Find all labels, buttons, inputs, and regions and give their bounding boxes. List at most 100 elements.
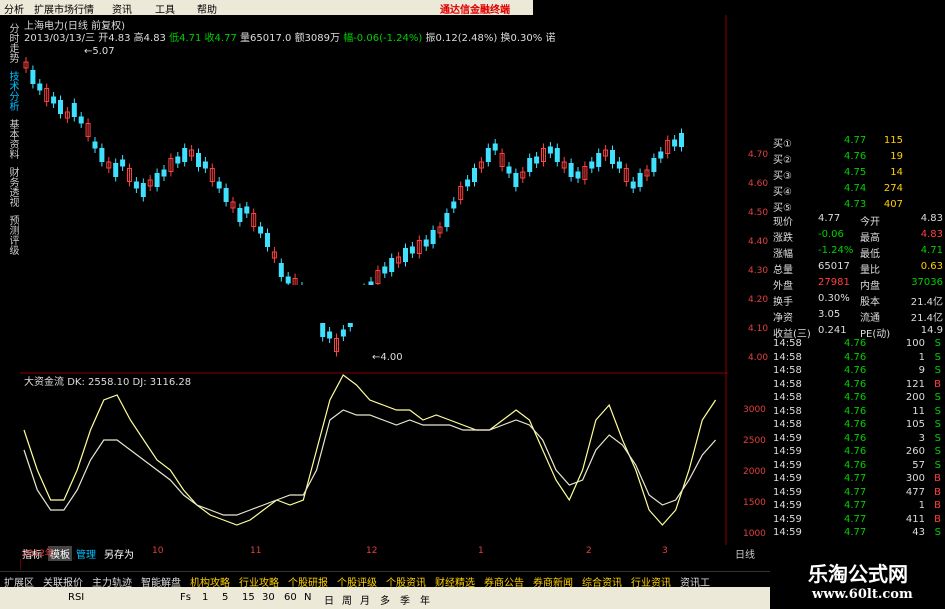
tick-row: 14:58 4.76 11 S [770,406,945,420]
tab-rating[interactable]: 预测评级 [2,215,18,255]
tick-price: 4.76 [844,338,867,349]
candle-body [278,263,284,277]
menu-tools[interactable]: 工具 [155,1,175,16]
stat-value: -0.06 [818,229,844,240]
toolbar-button[interactable]: 季 [400,592,410,607]
tab-manage[interactable]: 管理 [76,546,96,561]
price-tick: 4.30 [748,266,769,276]
toolbar-button[interactable]: 月 [360,592,370,607]
toolbar-button[interactable]: 年 [420,592,430,607]
tab-intraday[interactable]: 分时走势 [2,23,18,63]
date-tick: 12 [366,546,378,556]
tick-volume: 1 [918,500,925,511]
bid-price: 4.75 [844,167,867,178]
tick-price: 4.76 [844,446,867,457]
tick-row: 14:58 4.76 105 S [770,419,945,433]
menu-extended-market[interactable]: 扩展市场行情 [34,1,94,16]
kline-chart[interactable] [20,15,728,545]
tick-time: 14:59 [773,486,802,498]
candle-body [672,139,678,147]
tick-price: 4.76 [844,459,867,471]
date-tick: 10 [152,546,164,556]
tick-price: 4.76 [844,405,867,417]
tick-row: 14:59 4.77 43 S [770,527,945,541]
tab-save-as[interactable]: 另存为 [104,546,134,561]
tick-side: B [934,486,941,498]
high-marker: ←5.07 [84,46,115,57]
candle-body [575,171,581,179]
toolbar-button[interactable]: RSI [68,592,84,603]
toolbar-button[interactable]: 5 [222,592,228,603]
toolbar-button[interactable]: Fs [180,592,191,603]
stock-info-bar: 2013/03/13/三 开4.83 高4.83 低4.71 收4.77 量65… [24,33,556,44]
candle-body [506,166,512,174]
tick-row: 14:59 4.77 1 B [770,500,945,514]
watermark-title: 乐淘公式网 [808,562,908,586]
bid-label: 买④ [773,187,792,198]
menu-help[interactable]: 帮助 [197,1,217,16]
bid-row[interactable]: 买③ 4.75 14 [770,167,945,182]
bid-label: 买⑤ [773,203,792,214]
toolbar-button[interactable]: 60 [284,592,297,603]
bid-volume: 19 [890,151,903,162]
candle-body [513,173,519,187]
candle-body [92,141,98,149]
stat-value: 21.4亿 [910,297,943,308]
stat-value: 21.4亿 [910,313,943,324]
price-tick: 4.70 [748,150,769,160]
candle-body [596,153,602,167]
tab-technical[interactable]: 技术分析 [2,71,18,111]
side-tab-bar: 分时走势 技术分析 基本资料 财务透视 预测评级 [0,15,21,570]
tick-volume: 411 [905,513,925,525]
toolbar-button[interactable]: 1 [202,592,208,603]
stat-value: 0.63 [920,261,943,272]
stat-label: 净资 [773,313,793,324]
candle-body [409,246,415,254]
candle-body [589,161,595,169]
candle-body [51,96,57,104]
bid-row[interactable]: 买⑤ 4.73 407 [770,199,945,214]
tick-time: 14:58 [773,365,802,376]
bid-row[interactable]: 买① 4.77 115 [770,135,945,150]
toolbar-button[interactable]: 周 [342,592,352,607]
tick-side: S [934,365,941,376]
tick-side: S [934,338,941,349]
stat-value: 0.30% [818,293,850,304]
candle-body [465,179,471,187]
stat-label: 现价 [773,217,793,228]
stat-row: 现价 4.77 今开 4.83 [770,213,945,228]
toolbar-button[interactable]: 30 [262,592,275,603]
toolbar-button[interactable]: 日 [324,592,334,607]
candle-body [175,156,181,164]
promo-link[interactable]: 通达信金融终端 [440,1,510,16]
stat-row: 外盘 27981 内盘 37036 [770,277,945,292]
toolbar-button[interactable]: 15 [242,592,255,603]
bid-volume: 407 [883,199,903,210]
stat-row: 涨跌 -0.06 最高 4.83 [770,229,945,244]
menu-news[interactable]: 资讯 [112,1,132,16]
candle-body [78,116,84,124]
candle-body [133,181,139,189]
bid-row[interactable]: 买② 4.76 19 [770,151,945,166]
tick-side: S [934,446,941,457]
stat-row: 净资 3.05 流通 21.4亿 [770,309,945,324]
tick-row: 14:58 4.76 1 S [770,352,945,366]
indicator-title: 大资金流 DK: 2558.10 DJ: 3116.28 [24,377,192,388]
tab-fundamentals[interactable]: 基本资料 [2,119,18,159]
menu-analysis[interactable]: 分析 [4,1,24,16]
date-tick: 2 [586,546,592,556]
candle-body [382,266,388,274]
candle-body [547,146,553,154]
bid-row[interactable]: 买④ 4.74 274 [770,183,945,198]
candle-body [444,213,450,227]
tick-side: B [934,500,941,511]
candle-body [120,159,126,167]
toolbar-button[interactable]: 多 [380,592,390,607]
stat-value: 65017 [818,261,850,272]
tick-side: S [934,405,941,417]
tick-time: 14:58 [773,338,802,349]
indicator-tabs: 指标 模板 管理 另存为 日线 [0,545,770,561]
bid-volume: 14 [890,167,903,178]
toolbar-button[interactable]: N [304,592,311,603]
tab-financials[interactable]: 财务透视 [2,167,18,207]
